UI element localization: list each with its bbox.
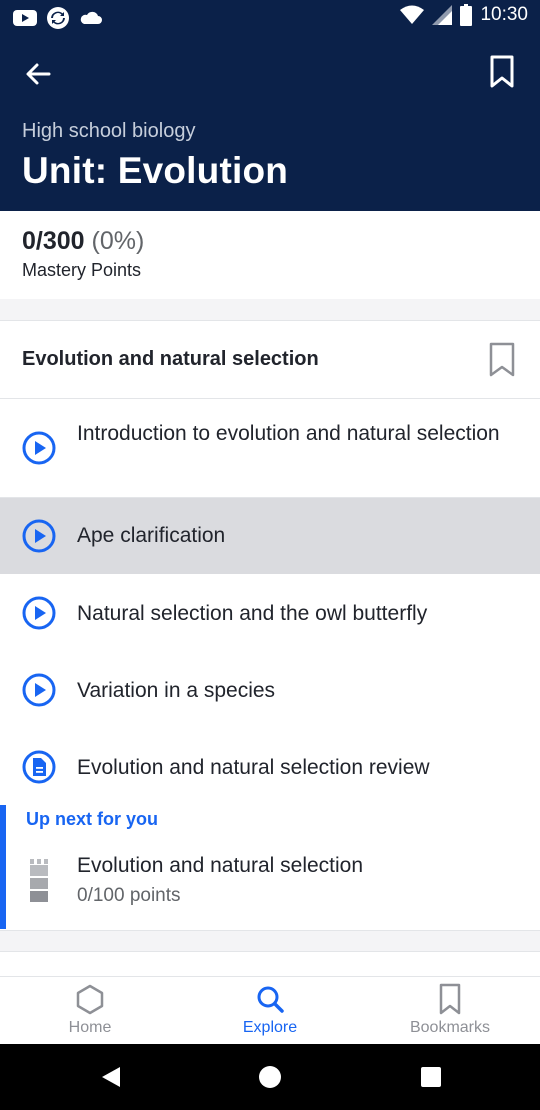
next-section-card[interactable] <box>0 951 540 977</box>
sync-icon <box>47 7 69 29</box>
mastery-percent: (0%) <box>91 227 145 255</box>
bookmark-icon <box>490 55 514 88</box>
up-next-heading: Up next for you <box>26 809 159 829</box>
back-button[interactable] <box>18 54 58 94</box>
list-item[interactable]: Introduction to evolution and natural se… <box>0 399 540 497</box>
play-circle-icon <box>22 431 56 465</box>
mastery-tower-icon <box>30 859 48 902</box>
status-notifications <box>12 6 104 30</box>
tab-bookmarks-label: Bookmarks <box>409 1019 491 1036</box>
mastery-label: Mastery Points <box>22 260 142 280</box>
tab-explore-label: Explore <box>242 1019 298 1036</box>
home-hexagon-icon <box>76 984 104 1015</box>
section-spacer <box>0 931 540 951</box>
list-item-label: Variation in a species <box>77 679 276 702</box>
tab-home[interactable]: Home <box>0 977 180 1045</box>
bottom-nav: Home Explore Bookmarks <box>0 976 540 1044</box>
signal-icon <box>432 5 453 25</box>
bookmark-icon <box>439 983 461 1015</box>
cloud-icon <box>80 11 102 24</box>
tab-bookmarks[interactable]: Bookmarks <box>360 977 540 1045</box>
status-time: 10:30 <box>480 4 528 25</box>
section-spacer <box>0 299 540 321</box>
play-circle-icon <box>22 673 56 707</box>
mastery-summary: 0/300 (0%) Mastery Points <box>0 211 540 299</box>
page-title: Unit: Evolution <box>22 150 289 191</box>
arrow-left-icon <box>26 63 51 85</box>
list-item[interactable]: Variation in a species <box>0 652 540 729</box>
mastery-points-value: 0/300 <box>22 227 85 255</box>
course-subtitle: High school biology <box>22 120 196 142</box>
up-next-card[interactable]: Up next for you Evolution and natural se… <box>0 805 540 931</box>
mastery-points: 0/300 (0%) <box>22 227 144 256</box>
up-next-points: 0/100 points <box>77 885 181 906</box>
list-item[interactable]: Evolution and natural selection review <box>0 729 540 805</box>
wifi-icon <box>400 5 425 24</box>
list-item-label: Introduction to evolution and natural se… <box>77 422 500 445</box>
status-bar: 10:30 <box>0 0 540 36</box>
play-circle-icon <box>22 596 56 630</box>
system-home-icon[interactable] <box>257 1064 283 1090</box>
bookmark-button[interactable] <box>482 52 522 92</box>
battery-icon <box>460 4 473 26</box>
system-back-icon[interactable] <box>98 1064 124 1090</box>
list-item[interactable]: Ape clarification <box>0 498 540 574</box>
list-item-label: Evolution and natural selection review <box>77 756 430 779</box>
list-item-label: Ape clarification <box>77 524 226 547</box>
search-icon <box>257 986 284 1013</box>
section-title: Evolution and natural selection <box>22 348 319 370</box>
section-bookmark-icon[interactable] <box>488 342 516 378</box>
list-item[interactable]: Natural selection and the owl butterfly <box>0 575 540 652</box>
tab-home-label: Home <box>68 1019 112 1036</box>
up-next-title: Evolution and natural selection <box>77 854 364 877</box>
youtube-icon <box>13 10 37 26</box>
system-nav-bar <box>0 1044 540 1110</box>
article-icon <box>22 750 56 784</box>
tab-explore[interactable]: Explore <box>180 977 360 1045</box>
up-next-accent-bar <box>0 805 6 929</box>
section-header: Evolution and natural selection <box>0 321 540 399</box>
system-recents-icon[interactable] <box>418 1064 444 1090</box>
play-circle-icon <box>22 519 56 553</box>
list-item-label: Natural selection and the owl butterfly <box>77 602 428 625</box>
unit-header: High school biology Unit: Evolution <box>0 36 540 211</box>
status-system: 10:30 <box>400 4 528 26</box>
